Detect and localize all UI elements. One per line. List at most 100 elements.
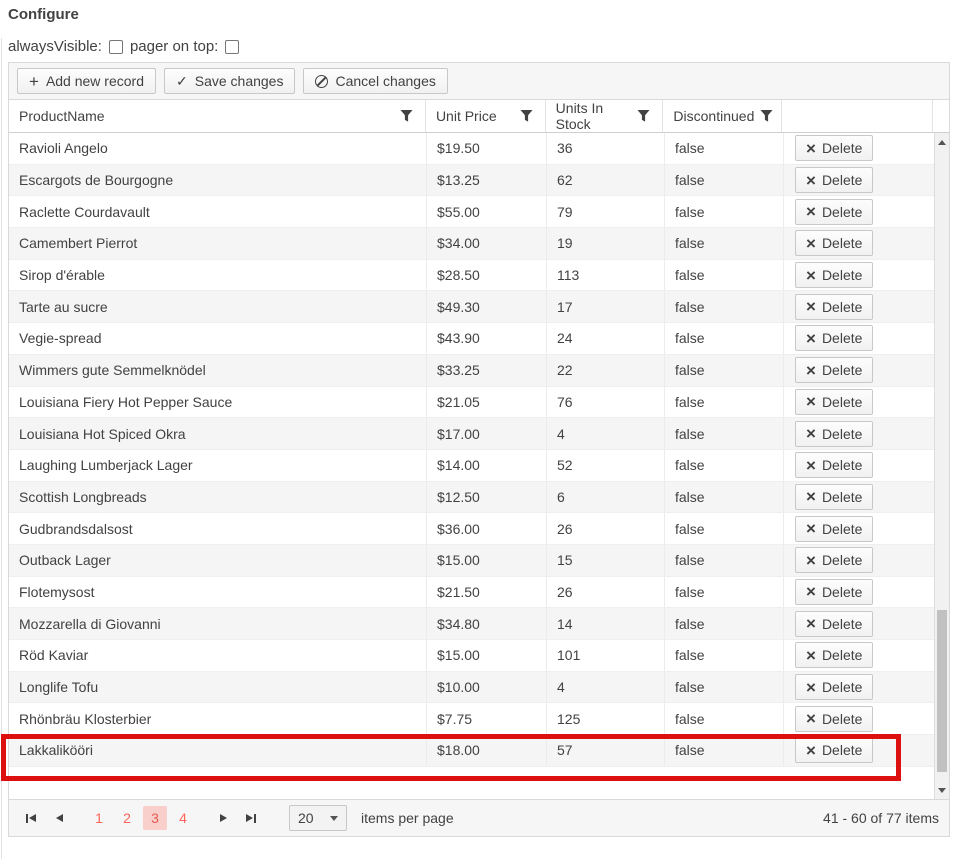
always-visible-label: alwaysVisible: <box>8 38 102 55</box>
delete-button[interactable]: × Delete <box>795 421 873 447</box>
pager-on-top-checkbox[interactable] <box>225 40 239 54</box>
delete-button[interactable]: × Delete <box>795 484 873 510</box>
units-in-stock-text: 101 <box>557 647 580 663</box>
grid-body: Ravioli Angelo $19.50 36 false × Delete … <box>9 133 934 799</box>
table-row: Louisiana Hot Spiced Okra $17.00 4 false… <box>9 418 934 450</box>
unit-price-cell: $34.80 <box>426 608 546 639</box>
product-name-text: Escargots de Bourgogne <box>19 172 173 188</box>
delete-button[interactable]: × Delete <box>795 325 873 351</box>
previous-page-button[interactable] <box>47 806 71 830</box>
delete-button[interactable]: × Delete <box>795 262 873 288</box>
units-in-stock-text: 52 <box>557 457 573 473</box>
scroll-down-button[interactable] <box>935 783 949 797</box>
delete-button[interactable]: × Delete <box>795 611 873 637</box>
unit-price-cell: $19.50 <box>426 133 546 164</box>
delete-button[interactable]: × Delete <box>795 547 873 573</box>
delete-x-icon: × <box>806 520 816 537</box>
vertical-scrollbar[interactable] <box>934 133 949 799</box>
add-new-record-button[interactable]: + Add new record <box>17 68 156 94</box>
unit-price-cell: $36.00 <box>426 513 546 544</box>
delete-button-label: Delete <box>822 204 862 220</box>
product-name-text: Camembert Pierrot <box>19 235 137 251</box>
delete-button-label: Delete <box>822 552 862 568</box>
delete-button[interactable]: × Delete <box>795 357 873 383</box>
discontinued-cell: false <box>664 196 783 227</box>
delete-button-label: Delete <box>822 299 862 315</box>
unit-price-text: $33.25 <box>437 362 480 378</box>
delete-button[interactable]: × Delete <box>795 579 873 605</box>
delete-x-icon: × <box>806 203 816 220</box>
delete-button[interactable]: × Delete <box>795 199 873 225</box>
unit-price-cell: $15.00 <box>426 545 546 576</box>
save-changes-label: Save changes <box>195 73 284 89</box>
filter-icon[interactable] <box>520 110 533 122</box>
product-name-text: Wimmers gute Semmelknödel <box>19 362 206 378</box>
discontinued-text: false <box>675 299 705 315</box>
delete-button-label: Delete <box>822 267 862 283</box>
table-row: Flotemysost $21.50 26 false × Delete <box>9 577 934 609</box>
units-in-stock-cell: 36 <box>546 133 664 164</box>
discontinued-text: false <box>675 140 705 156</box>
page-size-dropdown[interactable]: 20 <box>289 805 347 831</box>
next-page-button[interactable] <box>211 806 235 830</box>
discontinued-cell: false <box>664 133 783 164</box>
discontinued-text: false <box>675 204 705 220</box>
filter-icon[interactable] <box>400 110 413 122</box>
product-name-cell: Longlife Tofu <box>9 672 426 703</box>
scrollbar-thumb[interactable] <box>937 610 947 772</box>
first-page-button[interactable] <box>19 806 43 830</box>
delete-button[interactable]: × Delete <box>795 294 873 320</box>
items-per-page-label: items per page <box>361 810 454 826</box>
discontinued-cell: false <box>664 450 783 481</box>
delete-button[interactable]: × Delete <box>795 135 873 161</box>
units-in-stock-text: 57 <box>557 742 573 758</box>
table-row: Sirop d'érable $28.50 113 false × Delete <box>9 260 934 292</box>
cancel-changes-button[interactable]: Cancel changes <box>303 68 447 94</box>
discontinued-cell: false <box>664 323 783 354</box>
discontinued-text: false <box>675 711 705 727</box>
units-in-stock-cell: 62 <box>546 165 664 196</box>
last-page-button[interactable] <box>239 806 263 830</box>
delete-button[interactable]: × Delete <box>795 674 873 700</box>
always-visible-checkbox[interactable] <box>109 40 123 54</box>
filter-icon[interactable] <box>637 110 650 122</box>
delete-button[interactable]: × Delete <box>795 452 873 478</box>
unit-price-cell: $43.90 <box>426 323 546 354</box>
units-in-stock-cell: 79 <box>546 196 664 227</box>
delete-button[interactable]: × Delete <box>795 706 873 732</box>
delete-button[interactable]: × Delete <box>795 642 873 668</box>
delete-button[interactable]: × Delete <box>795 167 873 193</box>
discontinued-cell: false <box>664 291 783 322</box>
delete-button-label: Delete <box>822 394 862 410</box>
pager-page-3[interactable]: 3 <box>143 806 167 830</box>
discontinued-cell: false <box>664 703 783 734</box>
pager-nav-right <box>211 806 267 830</box>
delete-button[interactable]: × Delete <box>795 230 873 256</box>
delete-button[interactable]: × Delete <box>795 389 873 415</box>
pager-page-2[interactable]: 2 <box>115 806 139 830</box>
save-changes-button[interactable]: ✓ Save changes <box>164 68 295 94</box>
pager-page-4[interactable]: 4 <box>171 806 195 830</box>
pager-page-1[interactable]: 1 <box>87 806 111 830</box>
delete-button[interactable]: × Delete <box>795 737 873 763</box>
filter-icon[interactable] <box>760 110 773 122</box>
delete-button-label: Delete <box>822 172 862 188</box>
delete-button[interactable]: × Delete <box>795 516 873 542</box>
discontinued-cell: false <box>664 228 783 259</box>
discontinued-text: false <box>675 362 705 378</box>
table-row: Rhönbräu Klosterbier $7.75 125 false × D… <box>9 703 934 735</box>
unit-price-text: $19.50 <box>437 140 480 156</box>
unit-price-text: $34.80 <box>437 616 480 632</box>
table-row: Wimmers gute Semmelknödel $33.25 22 fals… <box>9 355 934 387</box>
product-name-cell: Laughing Lumberjack Lager <box>9 450 426 481</box>
product-name-cell: Mozzarella di Giovanni <box>9 608 426 639</box>
delete-x-icon: × <box>806 140 816 157</box>
product-name-cell: Camembert Pierrot <box>9 228 426 259</box>
units-in-stock-text: 4 <box>557 426 565 442</box>
grid-content: Ravioli Angelo $19.50 36 false × Delete … <box>9 133 949 799</box>
header-scrollbar-spacer <box>932 100 949 132</box>
action-cell: × Delete <box>783 735 934 766</box>
scroll-up-button[interactable] <box>935 135 949 149</box>
discontinued-text: false <box>675 426 705 442</box>
unit-price-cell: $12.50 <box>426 482 546 513</box>
